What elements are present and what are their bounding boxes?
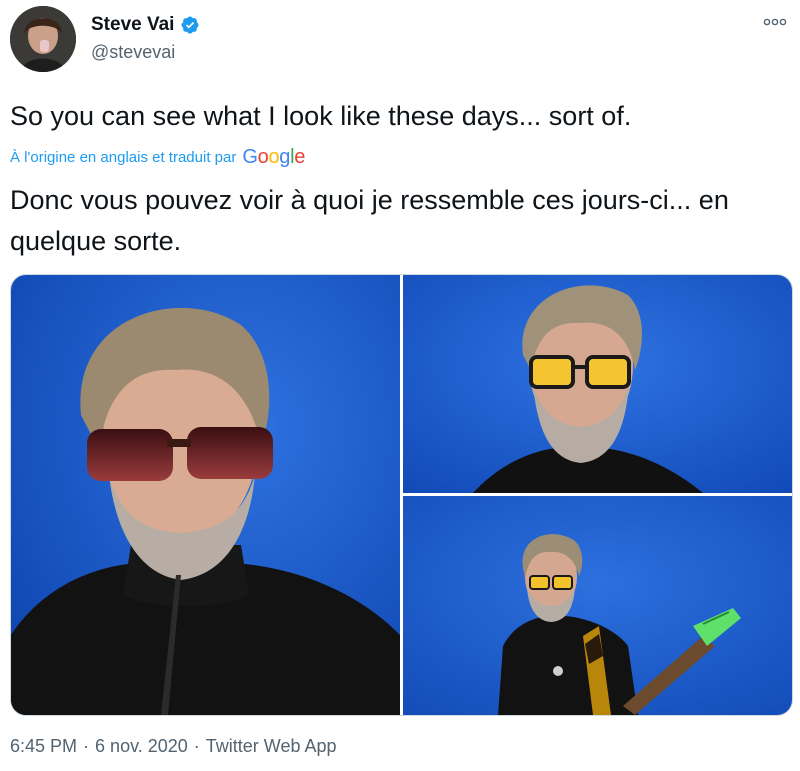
meta-separator: · [193,736,200,756]
tweet-date[interactable]: 6 nov. 2020 [95,736,188,757]
translated-text: Donc vous pouvez voir à quoi je ressembl… [10,185,729,256]
photo-3[interactable] [403,496,792,715]
handle[interactable]: @stevevai [91,42,200,63]
tweet-time[interactable]: 6:45 PM [10,736,77,757]
meta-separator: · [83,736,90,756]
tweet-source[interactable]: Twitter Web App [206,736,337,757]
avatar[interactable] [10,6,76,72]
translation-note: À l'origine en anglais et traduit par Go… [10,146,305,169]
author-block: Steve Vai @stevevai [91,14,200,63]
more-options-icon[interactable] [760,12,790,32]
photo-1[interactable] [11,275,400,715]
display-name[interactable]: Steve Vai [91,14,174,36]
tweet-meta: 6:45 PM · 6 nov. 2020 · Twitter Web App [10,736,337,757]
verified-badge-icon [180,15,200,35]
google-logo: Google [242,146,306,168]
avatar-photo [10,6,76,72]
name-row: Steve Vai [91,14,200,36]
tweet: Steve Vai @stevevai So you can see what … [0,0,800,771]
tweet-text: So you can see what I look like these da… [10,101,632,131]
photo-2[interactable] [403,275,792,493]
translation-note-label[interactable]: À l'origine en anglais et traduit par [10,149,236,166]
media-grid [10,274,793,716]
